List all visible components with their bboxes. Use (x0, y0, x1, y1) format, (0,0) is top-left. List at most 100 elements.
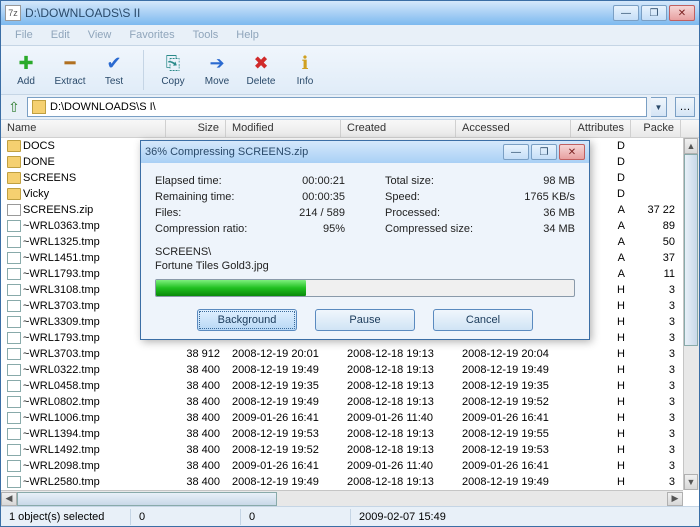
zip-icon (7, 204, 21, 216)
vertical-scrollbar[interactable]: ▲ ▼ (683, 138, 699, 490)
tmp-icon (7, 476, 21, 488)
background-button[interactable]: Background (197, 309, 297, 331)
table-row[interactable]: ~WRL0322.tmp38 4002008-12-19 19:492008-1… (1, 362, 699, 378)
table-row[interactable]: ~WRL1006.tmp38 4002009-01-26 16:412009-0… (1, 410, 699, 426)
path-field[interactable]: D:\DOWNLOADS\S I\ (27, 97, 647, 117)
status-selected: 1 object(s) selected (1, 509, 131, 525)
maximize-button[interactable]: ❐ (641, 5, 667, 21)
tmp-icon (7, 428, 21, 440)
menu-view[interactable]: View (80, 27, 120, 43)
separator (143, 50, 144, 90)
scroll-thumb[interactable] (684, 154, 698, 346)
path-dropdown[interactable]: ▼ (651, 97, 667, 117)
value-processed: 36 MB (543, 205, 575, 221)
dialog-minimize-button[interactable]: — (503, 144, 529, 160)
value-speed: 1765 KB/s (524, 189, 575, 205)
progress-fill (156, 280, 306, 296)
extract-button[interactable]: ━Extract (49, 47, 91, 93)
folder-icon (7, 156, 21, 168)
col-modified[interactable]: Modified (226, 120, 341, 137)
tmp-icon (7, 284, 21, 296)
menubar: File Edit View Favorites Tools Help (1, 25, 699, 45)
table-row[interactable]: ~WRL2098.tmp38 4002009-01-26 16:412009-0… (1, 458, 699, 474)
table-row[interactable]: ~WRL0458.tmp38 4002008-12-19 19:352008-1… (1, 378, 699, 394)
tmp-icon (7, 412, 21, 424)
label-compsize: Compressed size: (385, 221, 473, 237)
tmp-icon (7, 444, 21, 456)
table-row[interactable]: ~WRL2580.tmp38 4002008-12-19 19:492008-1… (1, 474, 699, 490)
progress-bar (155, 279, 575, 297)
arrow-right-icon: ➔ (207, 54, 227, 74)
label-ratio: Compression ratio: (155, 221, 247, 237)
menu-edit[interactable]: Edit (43, 27, 78, 43)
col-accessed[interactable]: Accessed (456, 120, 571, 137)
dialog-titlebar[interactable]: 36% Compressing SCREENS.zip — ❐ ✕ (141, 141, 589, 163)
info-button[interactable]: ℹInfo (284, 47, 326, 93)
dialog-maximize-button[interactable]: ❐ (531, 144, 557, 160)
col-name[interactable]: Name (1, 120, 166, 137)
pathbar: ⇧ D:\DOWNLOADS\S I\ ▼ … (1, 95, 699, 119)
folder-icon (7, 188, 21, 200)
scroll-thumb-h[interactable] (17, 492, 277, 506)
window-title: D:\DOWNLOADS\S II (25, 6, 613, 20)
scroll-up-icon[interactable]: ▲ (684, 138, 698, 154)
tmp-icon (7, 364, 21, 376)
app-icon: 7z (5, 5, 21, 21)
label-remaining: Remaining time: (155, 189, 234, 205)
tmp-icon (7, 300, 21, 312)
tmp-icon (7, 332, 21, 344)
copy-icon: ⎘ (163, 54, 183, 74)
table-row[interactable]: ~WRL0802.tmp38 4002008-12-19 19:492008-1… (1, 394, 699, 410)
scroll-right-icon[interactable]: ▶ (667, 492, 683, 506)
value-compsize: 34 MB (543, 221, 575, 237)
tmp-icon (7, 460, 21, 472)
minimize-button[interactable]: — (613, 5, 639, 21)
folder-icon (7, 172, 21, 184)
col-packed[interactable]: Packe (631, 120, 681, 137)
value-totalsize: 98 MB (543, 173, 575, 189)
col-created[interactable]: Created (341, 120, 456, 137)
tmp-icon (7, 268, 21, 280)
status-mid1: 0 (131, 509, 241, 525)
label-speed: Speed: (385, 189, 420, 205)
table-row[interactable]: ~WRL1394.tmp38 4002008-12-19 19:532008-1… (1, 426, 699, 442)
label-processed: Processed: (385, 205, 440, 221)
titlebar[interactable]: 7z D:\DOWNLOADS\S II — ❐ ✕ (1, 1, 699, 25)
path-browse[interactable]: … (675, 97, 695, 117)
x-icon: ✖ (251, 54, 271, 74)
menu-favorites[interactable]: Favorites (121, 27, 182, 43)
toolbar: ✚Add ━Extract ✔Test ⎘Copy ➔Move ✖Delete … (1, 45, 699, 95)
delete-button[interactable]: ✖Delete (240, 47, 282, 93)
menu-file[interactable]: File (7, 27, 41, 43)
value-remaining: 00:00:35 (302, 189, 345, 205)
value-elapsed: 00:00:21 (302, 173, 345, 189)
menu-help[interactable]: Help (228, 27, 267, 43)
progress-file: Fortune Tiles Gold3.jpg (155, 259, 575, 273)
up-button[interactable]: ⇧ (5, 98, 23, 116)
label-files: Files: (155, 205, 181, 221)
close-button[interactable]: ✕ (669, 5, 695, 21)
value-ratio: 95% (323, 221, 345, 237)
pause-button[interactable]: Pause (315, 309, 415, 331)
menu-tools[interactable]: Tools (185, 27, 227, 43)
add-button[interactable]: ✚Add (5, 47, 47, 93)
scroll-down-icon[interactable]: ▼ (684, 474, 698, 490)
table-row[interactable]: ~WRL3703.tmp38 9122008-12-19 20:012008-1… (1, 346, 699, 362)
col-attributes[interactable]: Attributes (571, 120, 631, 137)
test-button[interactable]: ✔Test (93, 47, 135, 93)
statusbar: 1 object(s) selected 0 0 2009-02-07 15:4… (1, 506, 699, 526)
copy-button[interactable]: ⎘Copy (152, 47, 194, 93)
tmp-icon (7, 316, 21, 328)
horizontal-scrollbar[interactable]: ◀ ▶ (1, 490, 683, 506)
table-row[interactable]: ~WRL1492.tmp38 4002008-12-19 19:522008-1… (1, 442, 699, 458)
col-size[interactable]: Size (166, 120, 226, 137)
cancel-button[interactable]: Cancel (433, 309, 533, 331)
folder-icon (32, 100, 46, 114)
scroll-left-icon[interactable]: ◀ (1, 492, 17, 506)
dialog-close-button[interactable]: ✕ (559, 144, 585, 160)
tmp-icon (7, 220, 21, 232)
status-mid2: 0 (241, 509, 351, 525)
tmp-icon (7, 380, 21, 392)
dialog-title: 36% Compressing SCREENS.zip (145, 146, 503, 158)
move-button[interactable]: ➔Move (196, 47, 238, 93)
